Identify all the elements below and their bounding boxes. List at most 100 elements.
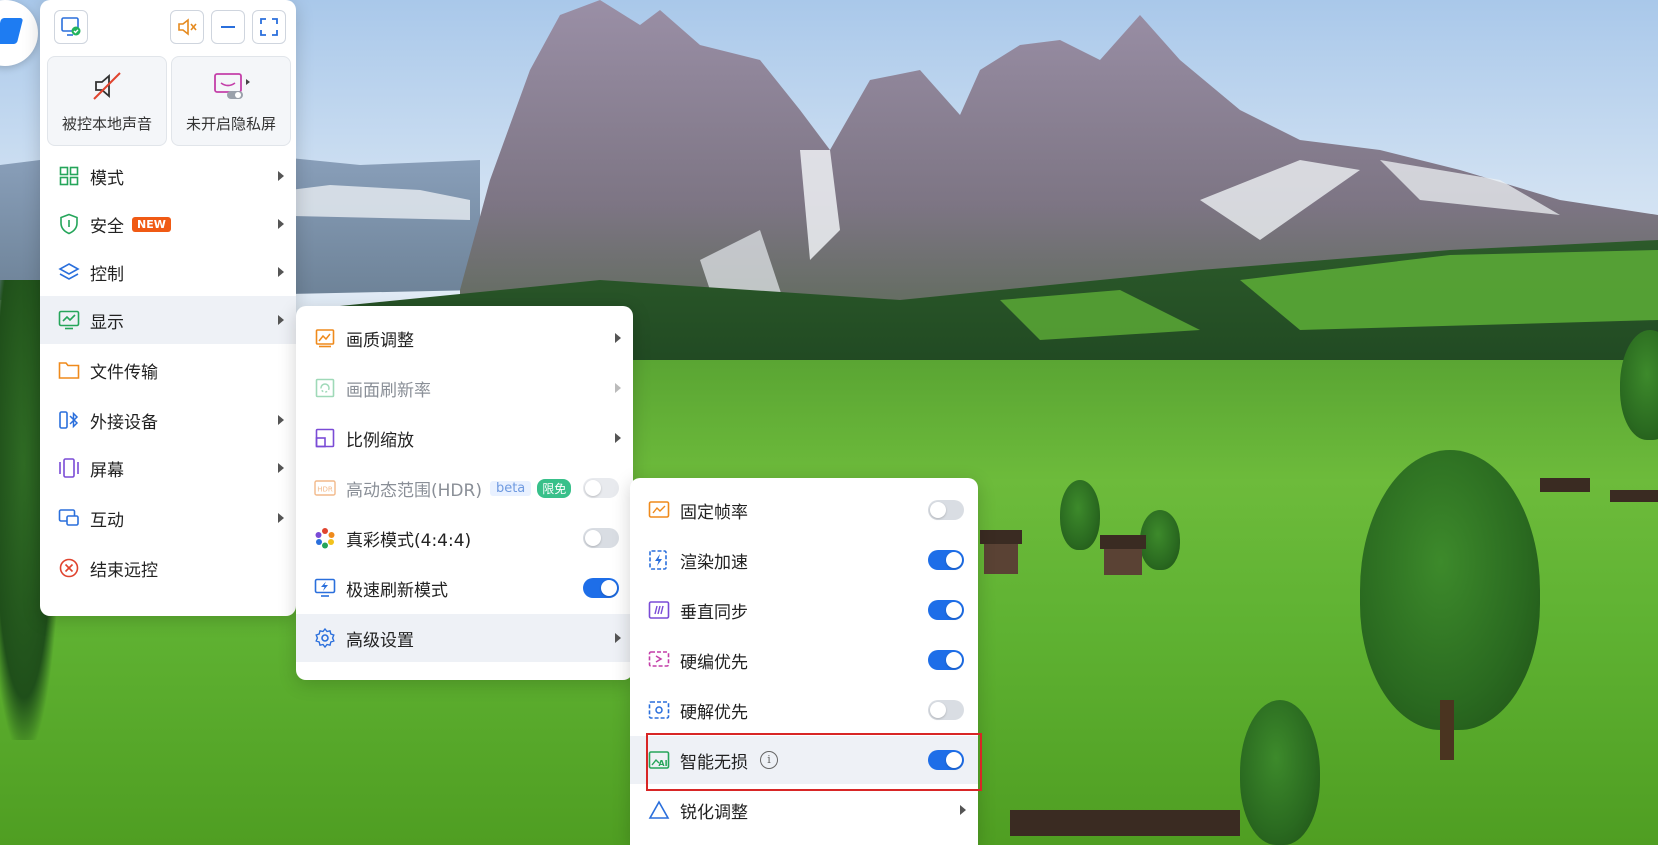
gear-icon xyxy=(315,627,335,649)
shield-icon xyxy=(60,213,78,235)
mute-button[interactable] xyxy=(170,10,204,44)
hut xyxy=(1104,549,1142,575)
chevron-right-icon xyxy=(278,171,284,181)
menu-item-security[interactable]: 安全 NEW xyxy=(40,200,296,248)
menu-item-advanced-settings-label: 高级设置 xyxy=(346,630,414,651)
menu-item-hw-encode[interactable]: 硬编优先 xyxy=(630,636,978,684)
menu-item-hw-decode-label: 硬解优先 xyxy=(680,702,748,723)
chevron-right-icon xyxy=(615,333,621,343)
chevron-right-icon xyxy=(615,383,621,393)
menu-item-render-accel[interactable]: 渲染加速 xyxy=(630,536,978,584)
menu-item-screen[interactable]: 屏幕 xyxy=(40,444,296,492)
menu-item-scale[interactable]: 比例缩放 xyxy=(296,414,633,462)
close-circle-icon xyxy=(59,558,79,578)
menu-item-hw-decode[interactable]: 硬解优先 xyxy=(630,686,978,734)
screens-icon xyxy=(59,458,79,478)
beta-badge: beta xyxy=(489,480,532,496)
menu-item-hdr[interactable]: HDR 高动态范围(HDR) beta 限免 xyxy=(296,464,633,512)
menu-item-true-color[interactable]: 真彩模式(4:4:4) xyxy=(296,514,633,562)
menu-item-scale-label: 比例缩放 xyxy=(346,430,414,451)
new-badge: NEW xyxy=(132,216,171,232)
fast-refresh-toggle[interactable] xyxy=(583,578,619,598)
menu-item-screen-label: 屏幕 xyxy=(90,460,124,481)
hw-decode-icon xyxy=(648,701,670,719)
hut-roof xyxy=(1610,490,1658,502)
refresh-rate-icon xyxy=(315,378,335,398)
scale-icon xyxy=(315,428,335,448)
menu-item-end-remote-label: 结束远控 xyxy=(90,560,158,581)
tree xyxy=(1240,700,1320,845)
chevron-right-icon xyxy=(960,805,966,815)
folder-icon xyxy=(58,362,80,379)
menu-item-mode[interactable]: 模式 xyxy=(40,152,296,200)
smart-lossless-toggle[interactable] xyxy=(928,750,964,770)
menu-item-fixed-fps[interactable]: 固定帧率 xyxy=(630,486,978,534)
display-submenu: 画质调整 画面刷新率 比例缩放 HDR 高动态范围(HDR) beta 限免 真… xyxy=(296,306,633,680)
bluetooth-device-icon xyxy=(59,411,79,429)
ai-image-icon: AI xyxy=(648,751,670,769)
chevron-right-icon xyxy=(278,267,284,277)
layers-icon xyxy=(58,263,80,280)
menu-item-file-transfer-label: 文件传输 xyxy=(90,362,158,383)
menu-item-refresh-rate[interactable]: 画面刷新率 xyxy=(296,364,633,412)
menu-item-image-quality-label: 画质调整 xyxy=(346,330,414,351)
remote-control-panel: 被控本地声音 未开启隐私屏 模式 安全 NEW 控制 显示 文件传输 外接设备 … xyxy=(40,0,296,616)
hut-roof xyxy=(1010,810,1240,836)
info-icon[interactable]: i xyxy=(760,751,778,769)
local-sound-button[interactable]: 被控本地声音 xyxy=(47,56,167,146)
hw-decode-toggle[interactable] xyxy=(928,700,964,720)
chevron-right-icon xyxy=(278,463,284,473)
hdr-icon: HDR xyxy=(314,480,336,496)
hdr-toggle[interactable] xyxy=(583,478,619,498)
minimize-icon xyxy=(221,26,235,28)
menu-item-external-devices[interactable]: 外接设备 xyxy=(40,396,296,444)
minimize-button[interactable] xyxy=(211,10,245,44)
monitor-check-button[interactable] xyxy=(54,10,88,44)
free-badge: 限免 xyxy=(537,478,572,498)
menu-item-display-label: 显示 xyxy=(90,312,124,333)
menu-item-vsync[interactable]: 垂直同步 xyxy=(630,586,978,634)
menu-item-security-label: 安全 xyxy=(90,216,124,237)
menu-item-smart-lossless[interactable]: AI 智能无损 i xyxy=(630,736,978,784)
true-color-toggle[interactable] xyxy=(583,528,619,548)
fullscreen-icon xyxy=(260,18,278,36)
tree-trunk xyxy=(1440,700,1454,760)
menu-item-sharpen-label: 锐化调整 xyxy=(680,802,748,823)
privacy-screen-icon xyxy=(214,73,250,99)
hut-roof xyxy=(980,530,1022,544)
menu-item-interaction[interactable]: 互动 xyxy=(40,494,296,542)
menu-item-hdr-label: 高动态范围(HDR) xyxy=(346,480,482,501)
chevron-right-icon xyxy=(278,513,284,523)
menu-item-hw-encode-label: 硬编优先 xyxy=(680,652,748,673)
menu-item-control[interactable]: 控制 xyxy=(40,248,296,296)
tree xyxy=(1060,480,1100,550)
svg-text:AI: AI xyxy=(658,759,667,768)
menu-item-end-remote[interactable]: 结束远控 xyxy=(40,544,296,592)
chevron-right-icon xyxy=(278,219,284,229)
menu-item-display[interactable]: 显示 xyxy=(40,296,296,344)
fixed-fps-toggle[interactable] xyxy=(928,500,964,520)
display-chart-icon xyxy=(58,310,80,330)
menu-item-interaction-label: 互动 xyxy=(90,510,124,531)
chevron-right-icon xyxy=(615,433,621,443)
menu-item-fixed-fps-label: 固定帧率 xyxy=(680,502,748,523)
privacy-screen-button[interactable]: 未开启隐私屏 xyxy=(171,56,291,146)
menu-item-external-devices-label: 外接设备 xyxy=(90,412,158,433)
chevron-right-icon xyxy=(278,315,284,325)
hut-roof xyxy=(1100,535,1146,549)
menu-item-fast-refresh[interactable]: 极速刷新模式 xyxy=(296,564,633,612)
menu-item-advanced-settings[interactable]: 高级设置 xyxy=(296,614,633,662)
fullscreen-button[interactable] xyxy=(252,10,286,44)
tree xyxy=(1140,510,1180,570)
advanced-settings-submenu: 固定帧率 渲染加速 垂直同步 硬编优先 硬解优先 AI 智能无损 i 锐化调整 xyxy=(630,478,978,845)
vsync-toggle[interactable] xyxy=(928,600,964,620)
hw-encode-toggle[interactable] xyxy=(928,650,964,670)
render-accel-toggle[interactable] xyxy=(928,550,964,570)
menu-item-file-transfer[interactable]: 文件传输 xyxy=(40,346,296,394)
hw-encode-icon xyxy=(648,651,670,667)
menu-item-image-quality[interactable]: 画质调整 xyxy=(296,314,633,362)
monitor-check-icon xyxy=(61,17,81,36)
chevron-right-icon xyxy=(615,633,621,643)
vsync-icon xyxy=(648,601,670,619)
menu-item-sharpen[interactable]: 锐化调整 xyxy=(630,786,978,834)
